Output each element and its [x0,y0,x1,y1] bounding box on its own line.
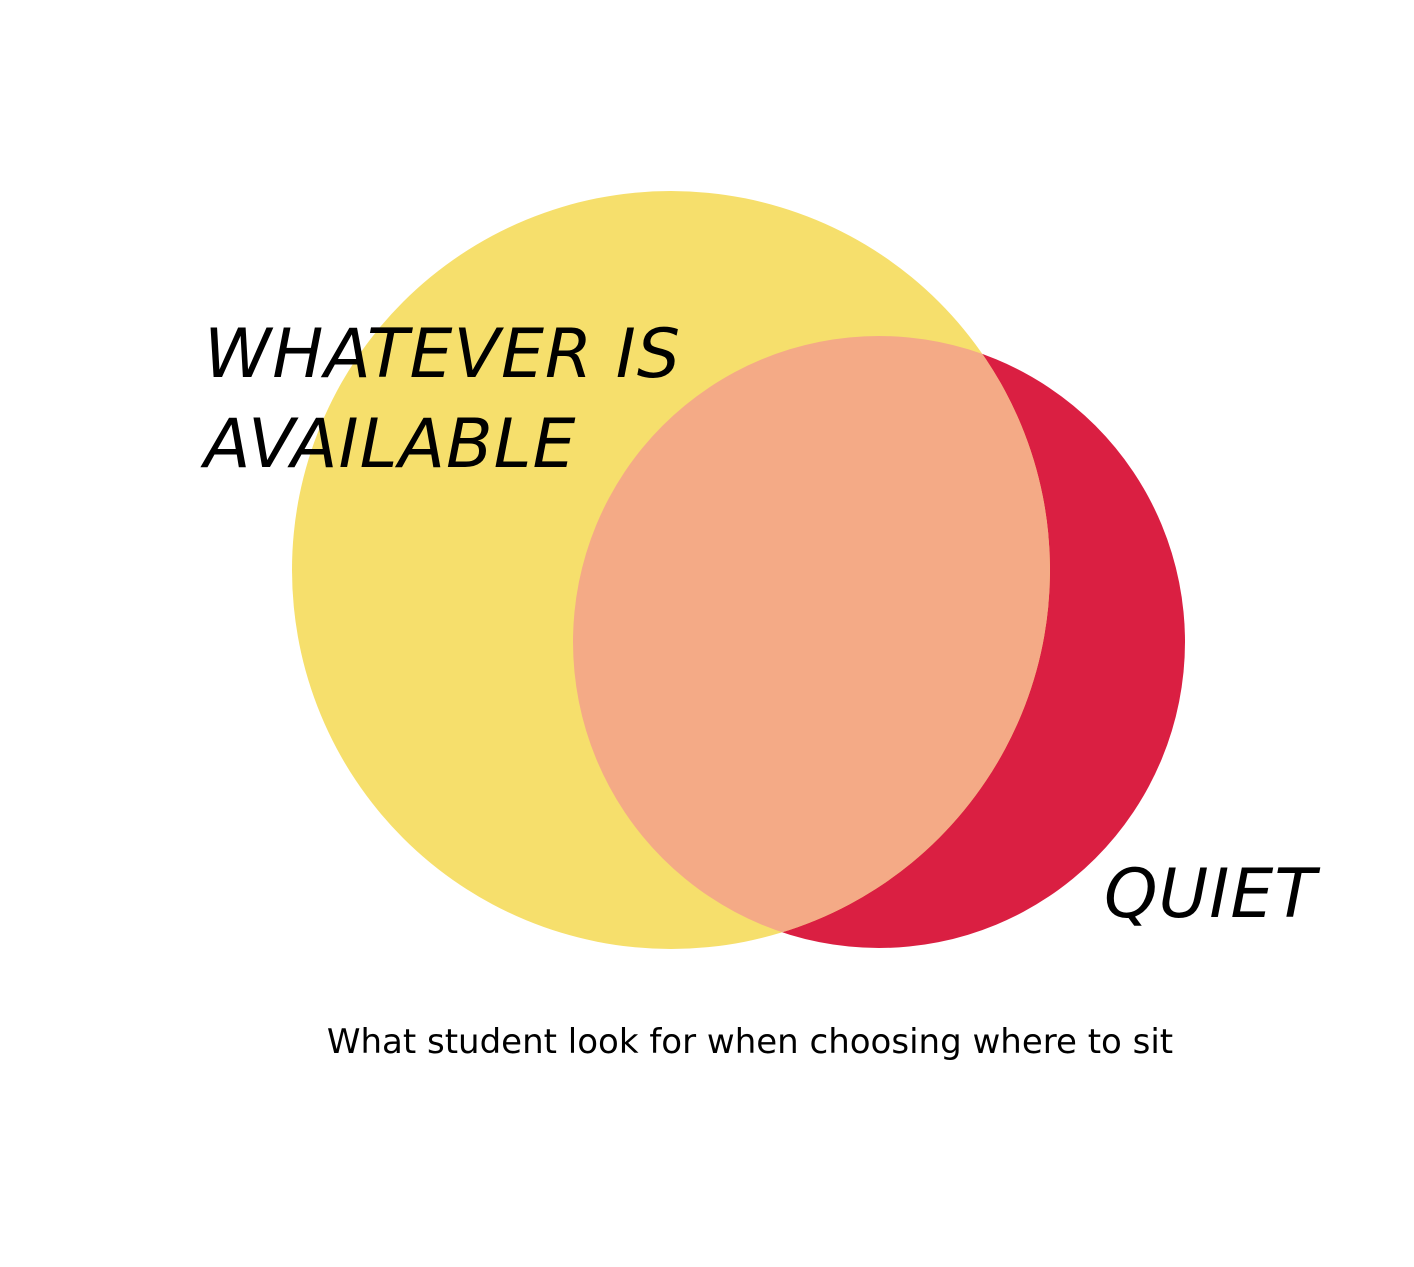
set-label-line: AVAILABLE [204,405,577,484]
diagram-caption: What student look for when choosing wher… [326,1022,1174,1062]
set-label-line: QUIET [1104,855,1317,934]
set-label-whatever-is-available: WHATEVER IS AVAILABLE [204,310,681,490]
venn-diagram [292,191,1185,949]
set-label-quiet: QUIET [1104,850,1317,940]
set-label-line: WHATEVER IS [204,315,682,394]
